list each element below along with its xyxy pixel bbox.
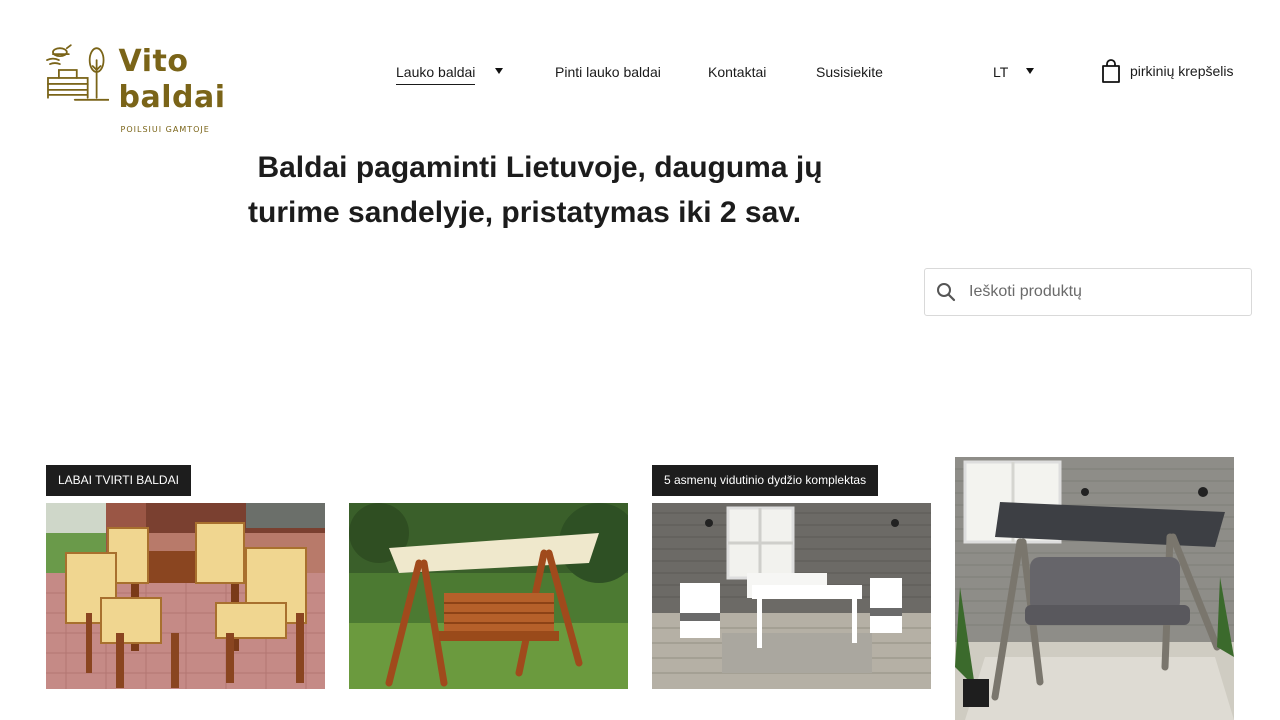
chevron-down-icon[interactable] [495,68,504,75]
product-search [924,268,1252,316]
brand-tagline: POILSIUI GAMTOJE [120,125,210,134]
dining-set-image [46,503,325,689]
chevron-down-icon [1025,68,1034,75]
product-image-grey-swing[interactable] [955,457,1234,720]
white-patio-set-image [652,503,931,689]
hero-headline: Baldai pagaminti Lietuvoje, dauguma jų t… [240,145,840,235]
product-badge: LABAI TVIRTI BALDAI [46,465,191,496]
language-label: LT [993,64,1009,80]
product-image-white-patio-set[interactable] [652,503,931,689]
nav-item-pinti-lauko-baldai[interactable]: Pinti lauko baldai [555,64,661,80]
nav-item-label: Susisiekite [816,64,883,80]
nav-item-kontaktai[interactable]: Kontaktai [708,64,766,80]
wooden-swing-image [349,503,628,689]
product-badge: 5 asmenų vidutinio dydžio komplektas [652,465,879,496]
nav-item-label: Kontaktai [708,64,767,80]
search-input[interactable] [969,283,1229,301]
nav-item-label: Lauko baldai [396,64,476,85]
shopping-bag-icon [1102,59,1120,83]
product-image-dining-set[interactable] [46,503,325,689]
main-nav: Lauko baldai Pinti lauko baldai Kontakta… [0,60,1280,88]
product-image-wooden-swing[interactable] [349,503,628,689]
nav-item-lauko-baldai[interactable]: Lauko baldai [396,64,504,85]
nav-item-susisiekite[interactable]: Susisiekite [816,64,883,80]
cart-label: pirkinių krepšelis [1130,63,1234,79]
hero-line-1: Baldai pagaminti Lietuvoje, dauguma jų [257,151,823,184]
language-selector[interactable]: LT [993,64,1034,80]
cart-link[interactable]: pirkinių krepšelis [1100,58,1233,84]
grey-swing-image [955,457,1234,720]
nav-item-label: Pinti lauko baldai [555,64,661,80]
search-icon[interactable] [935,281,957,303]
hero-line-2: turime sandelyje, pristatymas iki 2 sav. [248,196,802,229]
